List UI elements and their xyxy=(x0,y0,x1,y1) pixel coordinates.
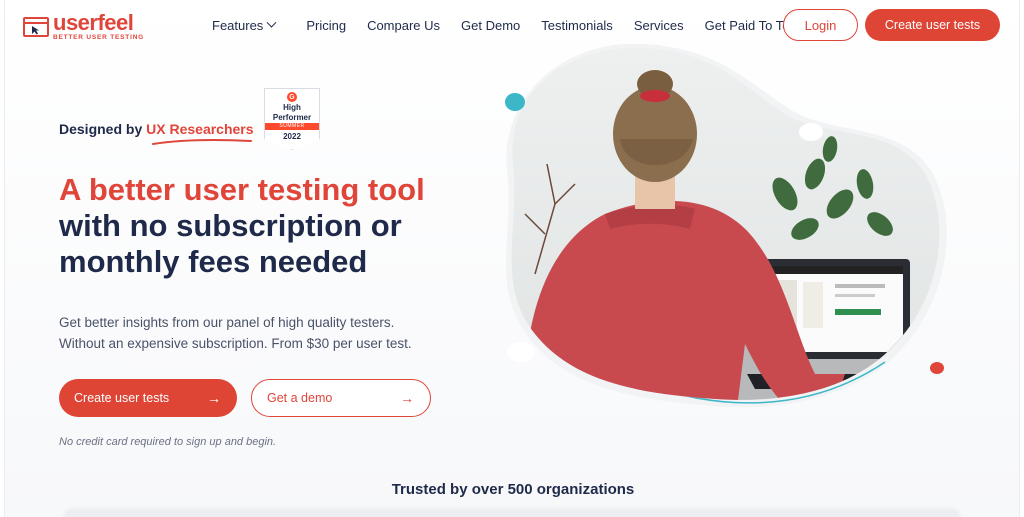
chevron-down-icon xyxy=(266,17,277,28)
g2-logo-icon: G xyxy=(287,92,297,102)
nav-services[interactable]: Services xyxy=(634,18,684,33)
trusted-by-heading: Trusted by over 500 organizations xyxy=(391,481,635,498)
designed-by-text: Designed by UX Researchers xyxy=(59,121,254,137)
arrow-right-icon: → xyxy=(400,390,414,406)
brand-logo[interactable]: userfeel BETTER USER TESTING xyxy=(23,12,144,42)
designed-accent: UX Researchers xyxy=(146,121,254,137)
brand-tagline: BETTER USER TESTING xyxy=(53,34,145,41)
designed-prefix: Designed by xyxy=(59,121,147,137)
nav-features-label: Features xyxy=(212,18,264,33)
nav-get-demo[interactable]: Get Demo xyxy=(461,18,520,33)
get-a-demo-button[interactable]: Get a demo → xyxy=(251,379,431,417)
hero-photo-woman-laptop xyxy=(505,44,947,408)
logos-section-edge xyxy=(65,510,959,517)
subtext-line1: Get better insights from our panel of hi… xyxy=(59,315,395,330)
get-a-demo-label: Get a demo xyxy=(267,391,333,405)
nav-compare-us[interactable]: Compare Us xyxy=(367,18,440,33)
landing-page: userfeel BETTER USER TESTING Features Pr… xyxy=(4,0,1020,517)
g2-high-performer-badge: G High Performer SUMMER 2022 xyxy=(264,88,320,150)
nav-pricing[interactable]: Pricing xyxy=(306,18,346,33)
nav-testimonials[interactable]: Testimonials xyxy=(541,18,613,33)
badge-season: SUMMER xyxy=(265,123,319,130)
login-button[interactable]: Login xyxy=(783,9,858,41)
main-nav: Features Pricing Compare Us Get Demo Tes… xyxy=(212,17,821,33)
badge-line1: High xyxy=(283,103,301,112)
headline-line1: A better user testing tool xyxy=(59,172,425,207)
headline-line3: monthly fees needed xyxy=(59,244,368,279)
hero-subtext: Get better insights from our panel of hi… xyxy=(59,312,412,354)
nav-features[interactable]: Features xyxy=(212,17,277,33)
arrow-right-icon: → xyxy=(207,390,221,406)
headline-line2: with no subscription or xyxy=(59,208,402,243)
create-user-tests-button[interactable]: Create user tests → xyxy=(59,379,237,417)
browser-cursor-icon xyxy=(23,16,49,37)
badge-year: 2022 xyxy=(283,132,301,141)
hero-headline: A better user testing tool with no subsc… xyxy=(59,172,425,280)
scribble-underline-icon xyxy=(152,139,252,145)
create-user-tests-header-button[interactable]: Create user tests xyxy=(865,9,1000,41)
create-user-tests-label: Create user tests xyxy=(74,391,170,405)
no-credit-card-note: No credit card required to sign up and b… xyxy=(59,436,277,448)
brand-name: userfeel xyxy=(53,10,134,35)
subtext-line2: Without an expensive subscription. From … xyxy=(59,336,412,351)
badge-line2: Performer xyxy=(272,113,312,122)
